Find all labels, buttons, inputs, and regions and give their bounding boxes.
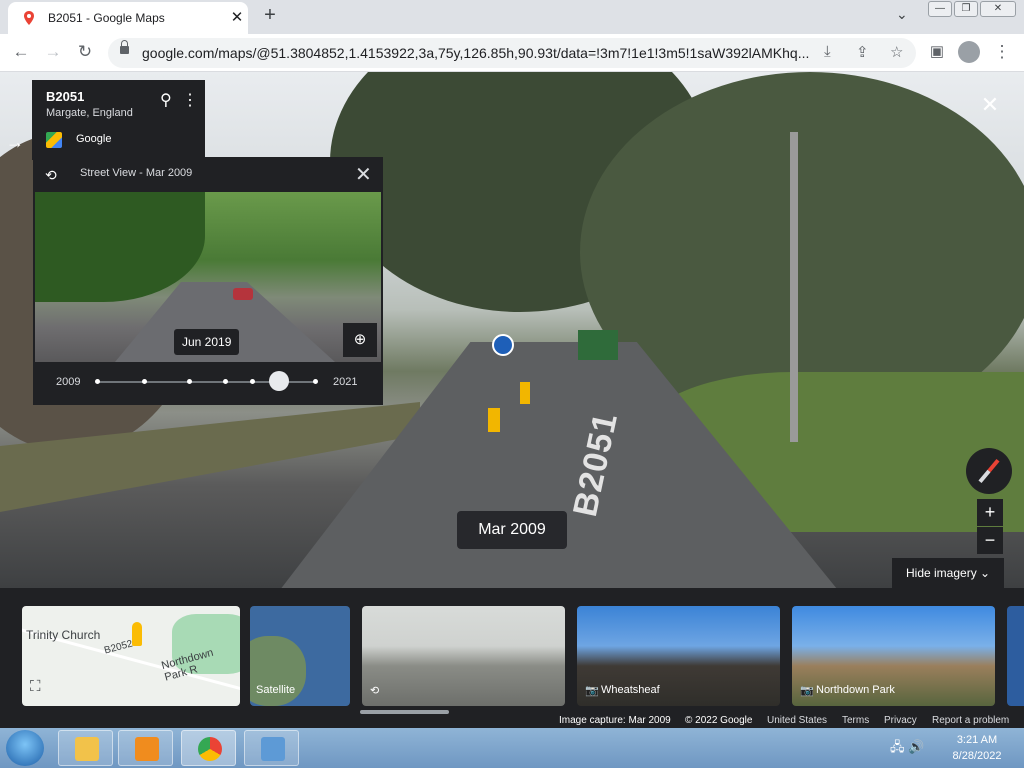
share-icon[interactable]: ⇪ [856, 43, 869, 61]
forward-icon[interactable]: → [42, 42, 64, 62]
imagery-date-badge[interactable]: Mar 2009 [457, 511, 567, 549]
slider-tick[interactable] [95, 379, 100, 384]
browser-toolbar: ← → ↻ google.com/maps/@51.3804852,1.4153… [0, 34, 1024, 72]
region-link[interactable]: United States [767, 715, 827, 726]
street-photo-card[interactable]: ⟲ [362, 606, 565, 706]
maps-favicon-icon [24, 11, 34, 25]
zoom-preview-icon[interactable]: ⊕ [343, 323, 377, 357]
slider-tick[interactable] [250, 379, 255, 384]
slider-tick[interactable] [187, 379, 192, 384]
bollard [488, 408, 500, 432]
close-window-button[interactable]: ✕ [980, 1, 1016, 17]
satellite-label: Satellite [256, 684, 296, 696]
time-machine-close-icon[interactable]: ✕ [355, 162, 372, 187]
windows-taskbar: 🖧 🔊 3:21 AM 8/28/2022 [0, 728, 1024, 768]
camera-icon: 📷 [585, 685, 599, 697]
compass-south-needle [978, 469, 991, 484]
system-tray-icons[interactable]: 🖧 🔊 [890, 738, 924, 760]
system-clock[interactable]: 3:21 AM 8/28/2022 [942, 732, 1012, 764]
zoom-out-button[interactable]: − [977, 527, 1003, 554]
browser-tab[interactable]: B2051 - Google Maps ✕ [8, 2, 248, 34]
slider-tick[interactable] [313, 379, 318, 384]
street-view-canvas[interactable]: B2051 ✕ → B2051 Margate, England Google … [0, 72, 1024, 588]
satellite-card[interactable]: Satellite [250, 606, 350, 706]
taskbar-explorer[interactable] [58, 730, 113, 766]
contributor-label[interactable]: Google [76, 133, 111, 145]
install-icon[interactable]: ⤓ [824, 43, 831, 60]
new-tab-button[interactable]: + [260, 4, 280, 27]
pegman-icon[interactable] [132, 622, 142, 646]
lamp-post [790, 132, 798, 442]
taskbar-chrome[interactable] [181, 730, 236, 766]
preview-red-car [233, 288, 253, 300]
date-tooltip: Jun 2019 [174, 329, 240, 355]
wheatsheaf-label: Wheatsheaf [601, 684, 660, 696]
side-panel-icon[interactable]: ▣ [926, 42, 948, 60]
media-player-icon [135, 737, 159, 761]
slider-start-year: 2009 [56, 376, 81, 388]
keep-left-sign [492, 334, 514, 356]
hide-imagery-button[interactable]: Hide imagery ⌄ [892, 558, 1004, 588]
history-clock-icon[interactable]: ⟲ [45, 167, 57, 184]
privacy-link[interactable]: Privacy [884, 715, 917, 726]
northdown-park-photo-card[interactable]: 📷 Northdown Park [792, 606, 995, 706]
compass-icon[interactable] [966, 448, 1012, 494]
wheatsheaf-photo-card[interactable]: 📷 Wheatsheaf [577, 606, 780, 706]
google-contributor-icon [46, 132, 62, 148]
location-title[interactable]: B2051 [46, 89, 84, 104]
address-bar[interactable]: google.com/maps/@51.3804852,1.4153922,3a… [108, 38, 916, 68]
clock-time: 3:21 AM [956, 734, 998, 746]
street-view-360-icon: ⟲ [370, 685, 380, 697]
tab-title: B2051 - Google Maps [48, 11, 165, 25]
expand-sidebar-arrow-icon[interactable]: → [0, 122, 30, 162]
map-label-church: Trinity Church [26, 628, 101, 642]
slider-tick[interactable] [223, 379, 228, 384]
green-truck [578, 330, 618, 360]
more-options-icon[interactable]: ⋮ [182, 90, 198, 110]
minimap-card[interactable]: Trinity Church B2052 Northdown Park R ⛶ [22, 606, 240, 706]
time-machine-heading: Street View - Mar 2009 [80, 167, 193, 179]
taskbar-control-panel[interactable] [244, 730, 299, 766]
tab-close-icon[interactable]: ✕ [228, 8, 246, 26]
map-footer: Image capture: Mar 2009 © 2022 Google Un… [0, 715, 1024, 728]
camera-icon: 📷 [800, 685, 814, 697]
browser-tab-bar: B2051 - Google Maps ✕ + ⌄ — ❐ ✕ [0, 0, 1024, 34]
time-slider-handle[interactable] [269, 371, 289, 391]
profile-avatar[interactable] [958, 41, 980, 63]
time-machine-panel: ⟲ Street View - Mar 2009 ✕ Jun 2019 ⊕ 20… [33, 157, 383, 405]
strip-scrollbar[interactable] [360, 710, 449, 714]
back-icon[interactable]: ← [10, 42, 32, 62]
tab-search-icon[interactable]: ⌄ [896, 6, 908, 23]
minimize-button[interactable]: — [928, 1, 952, 17]
next-photo-card[interactable] [1007, 606, 1024, 706]
bookmark-star-icon[interactable]: ☆ [890, 43, 903, 61]
expand-map-icon[interactable]: ⛶ [30, 678, 41, 695]
location-subtitle: Margate, England [46, 107, 133, 119]
folder-icon [75, 737, 99, 761]
taskbar-media-player[interactable] [118, 730, 173, 766]
reload-icon[interactable]: ↻ [74, 42, 96, 62]
pin-icon[interactable]: ⚲ [160, 90, 172, 110]
url-text[interactable]: google.com/maps/@51.3804852,1.4153922,3a… [142, 45, 812, 61]
chrome-icon [198, 737, 222, 761]
imagery-strip: Trinity Church B2052 Northdown Park R ⛶ … [0, 588, 1024, 728]
menu-icon[interactable]: ⋮ [991, 42, 1013, 62]
northdown-park-label: Northdown Park [816, 684, 895, 696]
clock-date: 8/28/2022 [952, 750, 1002, 762]
bollard [520, 382, 530, 404]
street-view-close-icon[interactable]: ✕ [978, 92, 1002, 118]
slider-tick[interactable] [142, 379, 147, 384]
copyright-text: © 2022 Google [685, 715, 753, 726]
report-problem-link[interactable]: Report a problem [932, 715, 1009, 726]
slider-end-year: 2021 [333, 376, 358, 388]
lock-icon[interactable] [120, 40, 129, 54]
start-button[interactable] [6, 730, 44, 766]
terms-link[interactable]: Terms [842, 715, 869, 726]
control-panel-icon [261, 737, 285, 761]
location-info-card: B2051 Margate, England Google ⚲ ⋮ [32, 80, 205, 160]
zoom-in-button[interactable]: + [977, 499, 1003, 526]
image-capture-date: Image capture: Mar 2009 [559, 715, 671, 726]
restore-button[interactable]: ❐ [954, 1, 978, 17]
